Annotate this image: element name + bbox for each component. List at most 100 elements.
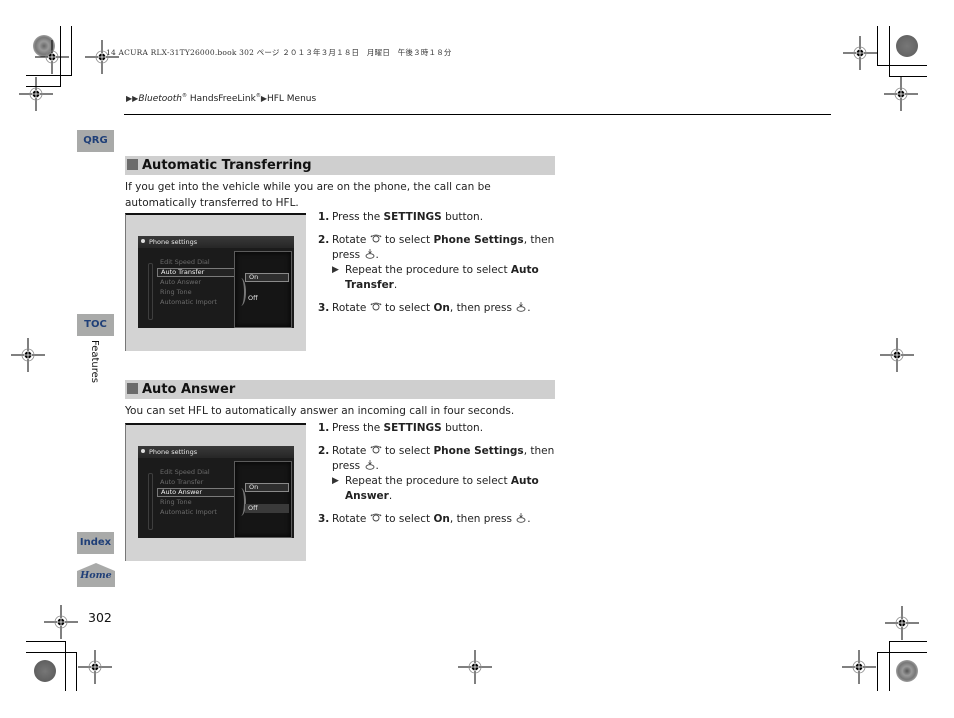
step-text: Rotate [332,513,370,525]
step-text: button. [441,211,484,223]
sub-step: ▶ Repeat the procedure to select Auto Tr… [332,263,558,293]
step-text: Rotate [332,234,370,246]
step-text: to select [381,445,434,457]
menu-item: Automatic Import [160,298,217,306]
step-text: , then press [449,302,516,314]
settings-dot-icon [141,239,145,243]
interface-dial-press-icon [364,249,376,259]
step-text: Repeat the procedure to select [345,475,511,487]
step-1: 1. Press the SETTINGS button. [318,421,558,436]
screen-illustration: Phone settings Edit Speed Dial Auto Tran… [125,213,306,351]
registration-mark-icon [35,40,69,74]
interface-dial-press-icon [515,302,527,312]
index-button[interactable]: Index [77,532,114,554]
option-on: On [245,273,289,282]
step-text: , then press [449,513,516,525]
interface-dial-rotate-icon [370,445,382,455]
breadcrumb-item[interactable]: Bluetooth [138,94,182,104]
step-number: 2. [318,445,330,457]
interface-dial-press-icon [515,513,527,523]
menu-item: Ring Tone [160,288,192,296]
home-label[interactable]: Home [77,570,115,581]
scrollbar [148,263,153,320]
step-2: 2. Rotate to select Phone Settings, then… [318,233,558,293]
crop-line [26,641,66,642]
option-popup: On Off [234,251,292,328]
crop-line [26,75,72,76]
step-text: to select [381,234,434,246]
step-text: . [527,302,531,314]
step-keyword: On [433,302,450,314]
step-text: . [527,513,531,525]
step-keyword: Phone Settings [433,234,524,246]
step-keyword: SETTINGS [383,422,442,434]
breadcrumb-item[interactable]: HandsFreeLink [190,94,256,104]
crop-line [26,652,77,653]
qrg-button[interactable]: QRG [77,130,114,152]
step-text: Rotate [332,302,370,314]
heading-square-icon [127,383,138,394]
section-title: Automatic Transferring [142,158,312,173]
crop-line [877,65,927,66]
screen-title: Phone settings [138,446,294,458]
registration-mark-icon [842,650,876,684]
screen-title-text: Phone settings [149,448,198,456]
option-popup: On Off [234,461,292,538]
interface-dial-rotate-icon [370,302,382,312]
section-title: Auto Answer [142,382,236,397]
crop-line [76,652,77,691]
step-number: 1. [318,422,330,434]
step-text: . [375,249,379,261]
step-1: 1. Press the SETTINGS button. [318,210,558,225]
menu-item-selected: Auto Transfer [157,268,235,277]
step-2: 2. Rotate to select Phone Settings, then… [318,444,558,504]
option-on: On [245,483,289,492]
crop-line [877,652,878,691]
menu-item: Edit Speed Dial [160,258,210,266]
step-text: Repeat the procedure to select [345,264,511,276]
step-text: Press the [332,422,384,434]
registration-mark-icon [11,338,45,372]
interface-dial-press-icon [364,460,376,470]
settings-dot-icon [141,449,145,453]
breadcrumb-item[interactable]: HFL Menus [267,94,316,104]
scrollbar [148,473,153,530]
step-text: to select [381,513,434,525]
step-3: 3. Rotate to select On, then press . [318,301,558,316]
step-text: . [388,490,393,502]
step-3: 3. Rotate to select On, then press . [318,512,558,527]
display-screen: Phone settings Edit Speed Dial Auto Tran… [138,236,294,328]
menu-item: Edit Speed Dial [160,468,210,476]
step-number: 3. [318,302,330,314]
registration-mark-icon [44,605,78,639]
crop-line [877,26,878,66]
menu-item: Auto Transfer [160,478,204,486]
step-keyword: Phone Settings [433,445,524,457]
option-off: Off [248,294,258,302]
step-text: button. [441,422,484,434]
steps-list: 1. Press the SETTINGS button. 2. Rotate … [318,210,558,324]
crop-line [889,641,890,691]
screen-title: Phone settings [138,236,294,248]
section-intro: You can set HFL to automatically answer … [125,405,515,417]
triangle-bullet-icon: ▶ [332,265,339,275]
toc-button[interactable]: TOC [77,314,114,336]
interface-dial-rotate-icon [370,513,382,523]
crop-line [889,641,927,642]
screen-illustration: Phone settings Edit Speed Dial Auto Tran… [125,423,306,561]
breadcrumb-arrow-icon: ▶▶ [126,94,139,103]
section-heading: Automatic Transferring [125,156,555,175]
registration-mark-icon [880,338,914,372]
display-screen: Phone settings Edit Speed Dial Auto Tran… [138,446,294,538]
crop-line [65,641,66,691]
section-intro: If you get into the vehicle while you ar… [125,181,491,209]
menu-item: Auto Answer [160,278,202,286]
chapter-label: Features [89,340,100,383]
sub-step: ▶ Repeat the procedure to select Auto An… [332,474,558,504]
menu-item-selected: Auto Answer [157,488,235,497]
header-rule [124,114,831,115]
step-number: 1. [318,211,330,223]
triangle-bullet-icon: ▶ [332,476,339,486]
registration-mark-icon [885,606,919,640]
print-header: 14 ACURA RLX-31TY26000.book 302 ページ ２０１３… [106,48,452,57]
